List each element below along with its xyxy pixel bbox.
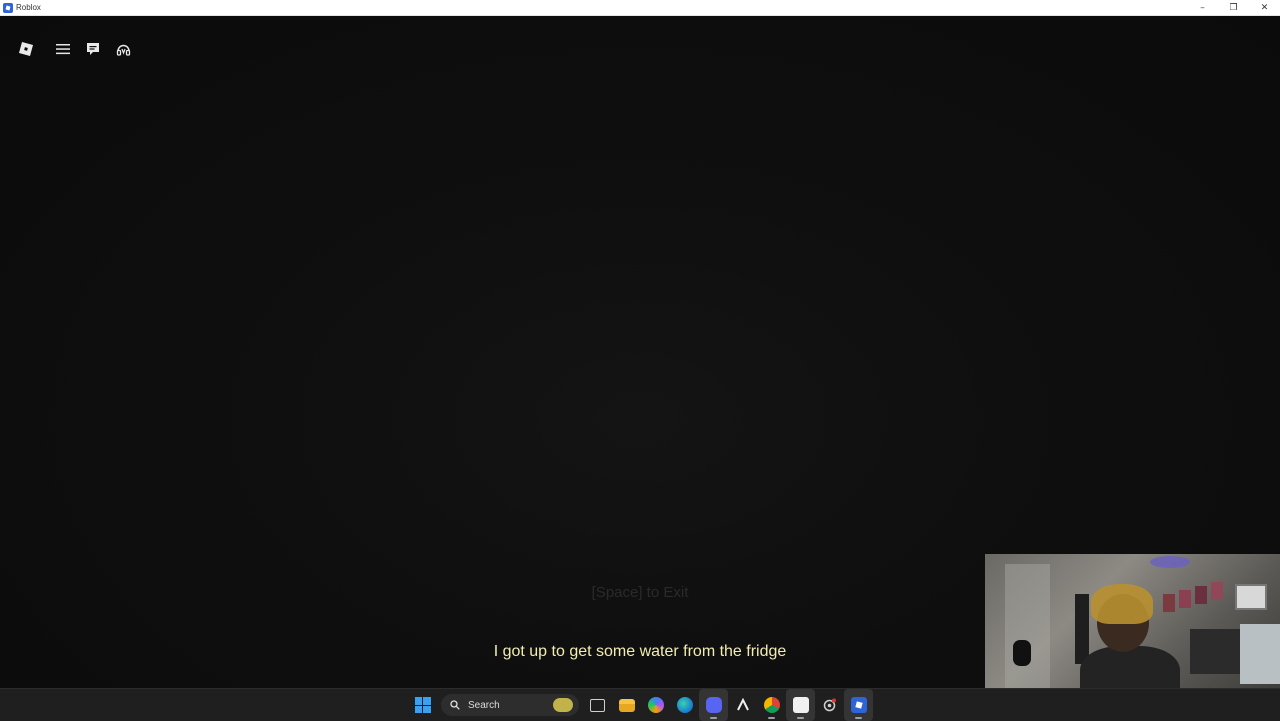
roblox-app-icon xyxy=(3,2,13,13)
window-title-bar: Roblox – ❐ ✕ xyxy=(0,0,1280,16)
chrome-icon[interactable] xyxy=(757,689,786,721)
roblox-logo-icon[interactable] xyxy=(15,38,37,60)
close-button[interactable]: ✕ xyxy=(1249,0,1280,15)
window-title: Roblox xyxy=(16,3,41,12)
roblox-icon[interactable] xyxy=(844,689,873,721)
discord-icon[interactable] xyxy=(699,689,728,721)
app-icon[interactable] xyxy=(786,689,815,721)
copilot-icon[interactable] xyxy=(641,689,670,721)
windows-start-icon[interactable] xyxy=(408,689,437,721)
chat-icon[interactable] xyxy=(82,38,104,60)
edge-icon[interactable] xyxy=(670,689,699,721)
menu-icon[interactable] xyxy=(52,38,74,60)
minimize-button[interactable]: – xyxy=(1187,0,1218,15)
roblox-topbar xyxy=(15,38,134,60)
taskbar: Search xyxy=(0,688,1280,721)
capcut-icon[interactable] xyxy=(728,689,757,721)
window-controls: – ❐ ✕ xyxy=(1187,0,1280,15)
file-explorer-icon[interactable] xyxy=(612,689,641,721)
search-label: Search xyxy=(468,699,500,711)
restore-button[interactable]: ❐ xyxy=(1218,0,1249,15)
taskbar-search[interactable]: Search xyxy=(441,694,579,716)
search-highlight-icon xyxy=(553,698,573,712)
webcam-overlay xyxy=(985,554,1280,690)
headset-icon[interactable] xyxy=(112,38,134,60)
settings-icon[interactable] xyxy=(815,689,844,721)
task-view-icon[interactable] xyxy=(583,689,612,721)
search-icon xyxy=(450,700,460,710)
